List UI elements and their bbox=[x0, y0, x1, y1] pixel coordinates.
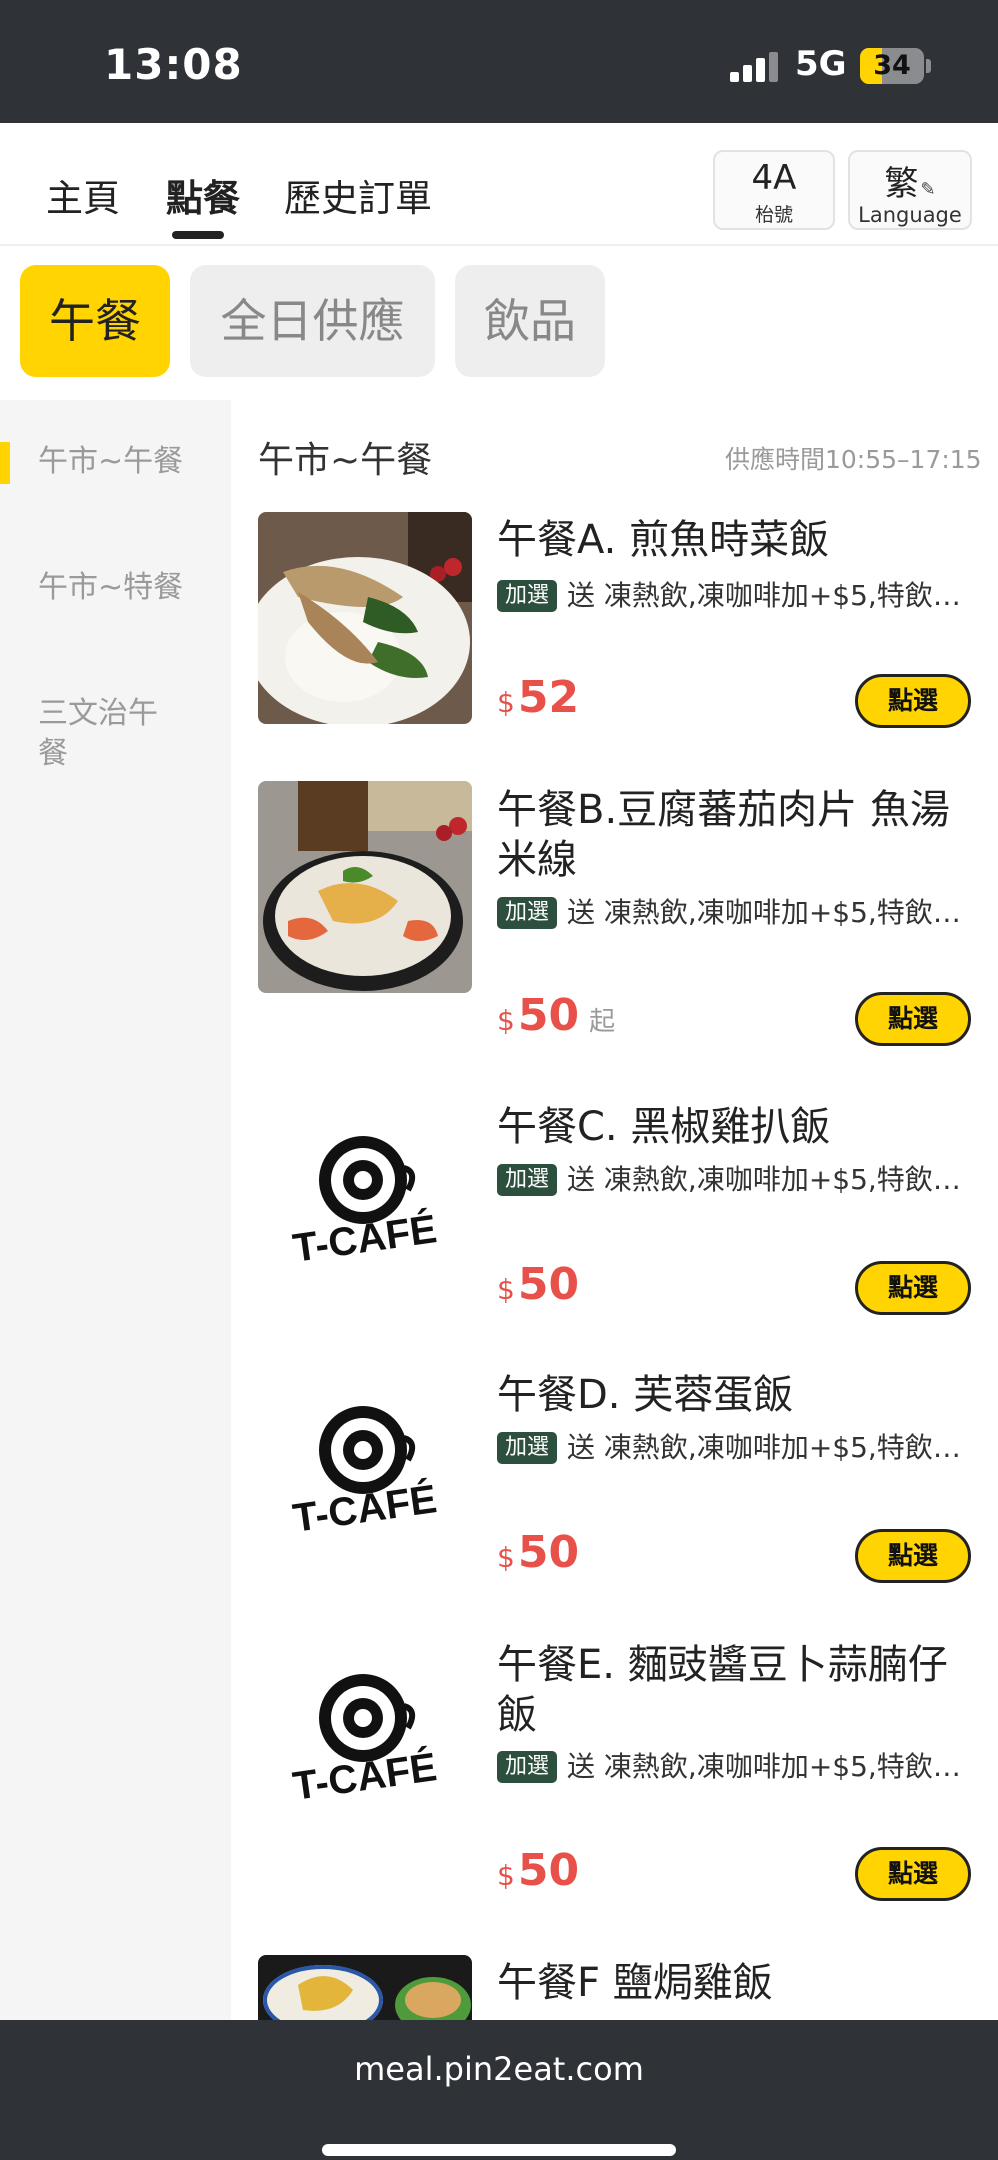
item-name[interactable]: 午餐A. 煎魚時菜飯 bbox=[497, 515, 967, 565]
item-description: 加選送 凍熱飲,凍咖啡加+$5,特飲加+$6 bbox=[497, 1747, 967, 1787]
item-description: 加選送 凍熱飲,凍咖啡加+$5,特飲加+$6 bbox=[497, 893, 967, 933]
active-tab-underline bbox=[172, 231, 224, 239]
signal-icon bbox=[730, 52, 782, 82]
add-on-tag: 加選 bbox=[497, 580, 558, 612]
item-name[interactable]: 午餐C. 黑椒雞扒飯 bbox=[497, 1102, 967, 1152]
table-number: 4A bbox=[751, 158, 797, 198]
browser-bottom-bar: meal.pin2eat.com bbox=[0, 2020, 998, 2160]
add-on-tag: 加選 bbox=[497, 1164, 558, 1196]
currency-symbol: $ bbox=[497, 1859, 515, 1892]
item-description-text: 送 凍熱飲,凍咖啡加+$5,特飲加+$6 bbox=[567, 1750, 967, 1783]
url-label[interactable]: meal.pin2eat.com bbox=[0, 2050, 998, 2088]
item-description: 加選送 凍熱飲,凍咖啡加+$5,特飲加+$6 bbox=[497, 576, 967, 616]
select-button[interactable]: 點選 bbox=[855, 1261, 971, 1315]
item-name[interactable]: 午餐F 鹽焗雞飯 bbox=[497, 1958, 967, 2008]
sidebar bbox=[0, 400, 231, 2020]
price-value: 50 bbox=[517, 1845, 580, 1896]
item-description-text: 送 凍熱飲,凍咖啡加+$5,特飲加+$6 bbox=[567, 896, 967, 929]
item-price: $50 bbox=[497, 1259, 579, 1310]
add-on-tag: 加選 bbox=[497, 1432, 558, 1464]
tab-home[interactable]: 主頁 bbox=[46, 168, 120, 222]
logo-text: T-CAFÉ bbox=[290, 1206, 439, 1271]
tab-order[interactable]: 點餐 bbox=[166, 168, 240, 222]
t-cafe-logo[interactable]: T-CAFÉ bbox=[258, 1628, 472, 1840]
price-value: 52 bbox=[517, 672, 580, 723]
logo-text: T-CAFÉ bbox=[290, 1744, 439, 1809]
select-button[interactable]: 點選 bbox=[855, 1847, 971, 1901]
network-label: 5G bbox=[795, 44, 847, 84]
item-description-text: 送 凍熱飲,凍咖啡加+$5,特飲加+$6 bbox=[567, 1163, 967, 1196]
price-value: 50 bbox=[517, 1259, 580, 1310]
battery-tip bbox=[926, 59, 931, 73]
battery-icon: 34 bbox=[860, 48, 924, 84]
currency-symbol: $ bbox=[497, 1541, 515, 1574]
price-value: 50 bbox=[517, 1527, 580, 1578]
salt-baked-chicken-photo[interactable] bbox=[258, 1955, 472, 2020]
status-time: 13:08 bbox=[104, 40, 243, 89]
select-button[interactable]: 點選 bbox=[855, 992, 971, 1046]
item-price: $50 bbox=[497, 1845, 579, 1896]
fried-fish-rice-photo[interactable] bbox=[258, 512, 472, 724]
section-title: 午市~午餐 bbox=[258, 440, 433, 481]
add-on-tag: 加選 bbox=[497, 897, 558, 929]
language-current: 繁 bbox=[884, 164, 919, 204]
sidebar-item-lunch-set[interactable]: 午市~午餐 bbox=[38, 442, 208, 482]
select-button[interactable]: 點選 bbox=[855, 674, 971, 728]
language-label: Language bbox=[858, 203, 962, 227]
select-button[interactable]: 點選 bbox=[855, 1529, 971, 1583]
item-price: $50 bbox=[497, 1527, 579, 1578]
item-name[interactable]: 午餐D. 芙蓉蛋飯 bbox=[497, 1370, 967, 1420]
sidebar-active-indicator bbox=[0, 442, 10, 484]
item-description: 加選送 凍熱飲,凍咖啡加+$5,特飲加+$6 bbox=[497, 1160, 967, 1200]
sidebar-item-special[interactable]: 午市~特餐 bbox=[38, 568, 208, 608]
item-description-text: 送 凍熱飲,凍咖啡加+$5,特飲加+$6 bbox=[567, 579, 967, 612]
category-lunch[interactable]: 午餐 bbox=[20, 265, 170, 377]
status-bar: 13:08 5G 34 bbox=[0, 0, 998, 123]
section-hours: 供應時間10:55–17:15 bbox=[725, 445, 982, 474]
category-all-day[interactable]: 全日供應 bbox=[190, 265, 435, 377]
home-indicator[interactable] bbox=[322, 2144, 676, 2156]
currency-symbol: $ bbox=[497, 1004, 515, 1037]
item-price: $50 起 bbox=[497, 990, 615, 1041]
price-value: 50 bbox=[517, 990, 580, 1041]
currency-symbol: $ bbox=[497, 1273, 515, 1306]
category-drinks[interactable]: 飲品 bbox=[455, 265, 605, 377]
t-cafe-logo[interactable]: T-CAFÉ bbox=[258, 1090, 472, 1302]
item-name[interactable]: 午餐E. 麵豉醬豆卜蒜腩仔飯 bbox=[497, 1640, 967, 1740]
top-nav: 主頁 點餐 歷史訂單 4A 枱號 繁 ✎ Language bbox=[0, 123, 998, 246]
pencil-icon: ✎ bbox=[920, 179, 936, 200]
table-label: 枱號 bbox=[754, 204, 793, 226]
language-button[interactable]: 繁 ✎ Language bbox=[848, 150, 972, 230]
battery-percent: 34 bbox=[873, 50, 911, 81]
item-description: 加選送 凍熱飲,凍咖啡加+$5,特飲加+$6 bbox=[497, 1428, 967, 1468]
sidebar-item-sandwich-lunch[interactable]: 三文治午餐 bbox=[38, 694, 178, 774]
add-on-tag: 加選 bbox=[497, 1751, 558, 1783]
table-number-box[interactable]: 4A 枱號 bbox=[713, 150, 835, 230]
currency-symbol: $ bbox=[497, 686, 515, 719]
logo-text: T-CAFÉ bbox=[290, 1476, 439, 1541]
t-cafe-logo[interactable]: T-CAFÉ bbox=[258, 1360, 472, 1572]
tab-order-history[interactable]: 歷史訂單 bbox=[284, 168, 432, 222]
tomato-fish-soup-photo[interactable] bbox=[258, 781, 472, 993]
item-description-text: 送 凍熱飲,凍咖啡加+$5,特飲加+$6 bbox=[567, 1431, 967, 1464]
item-price: $52 bbox=[497, 672, 579, 723]
item-name[interactable]: 午餐B.豆腐蕃茄肉片 魚湯米線 bbox=[497, 785, 967, 885]
price-from-label: 起 bbox=[589, 1007, 616, 1037]
